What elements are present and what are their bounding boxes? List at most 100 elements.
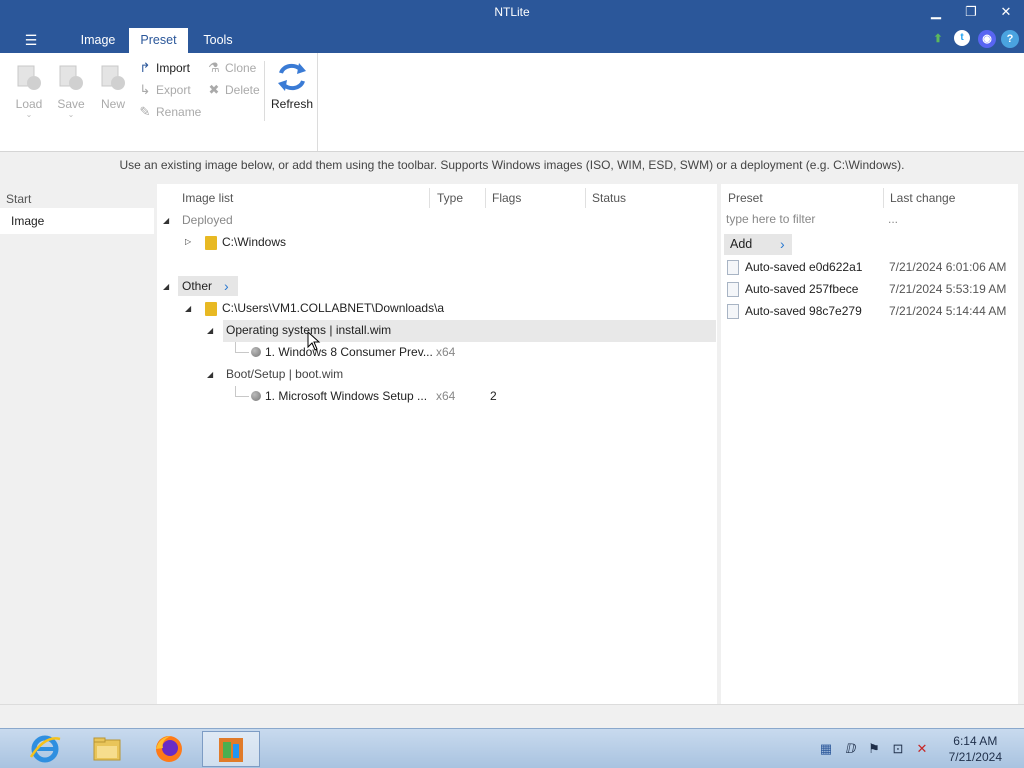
- image-item-windows8[interactable]: 1. Windows 8 Consumer Prev...: [265, 341, 433, 363]
- save-label: Save: [57, 97, 85, 111]
- delete-button[interactable]: ✖ Delete: [207, 80, 260, 100]
- action-center-icon[interactable]: ▦: [818, 741, 834, 757]
- volume-muted-icon[interactable]: ✕: [914, 741, 930, 757]
- nav-header-start: Start: [6, 192, 32, 206]
- column-header-last-change[interactable]: Last change: [890, 188, 955, 208]
- image-item-type: x64: [436, 345, 456, 359]
- ntlite-icon[interactable]: [202, 731, 260, 767]
- collapse-triangle-icon[interactable]: ◢: [163, 216, 169, 225]
- save-button[interactable]: Save ⌄: [51, 61, 91, 123]
- internet-explorer-icon[interactable]: [16, 731, 74, 767]
- mouse-cursor-icon: [307, 331, 321, 351]
- tab-preset[interactable]: Preset: [129, 28, 188, 53]
- column-divider: [485, 188, 486, 208]
- preset-date: 7/21/2024 5:53:19 AM: [889, 282, 1007, 296]
- column-header-flags[interactable]: Flags: [492, 188, 521, 208]
- image-list-panel: Image list Type Flags Status ◢ Deployed …: [157, 184, 717, 704]
- close-button[interactable]: ✕: [994, 3, 1018, 21]
- document-icon: [727, 260, 739, 275]
- collapse-triangle-icon[interactable]: ◢: [163, 282, 169, 291]
- nav-item-image[interactable]: Image: [0, 208, 154, 234]
- collapse-triangle-icon[interactable]: ◢: [207, 370, 213, 379]
- ribbon: Load ⌄ Save ⌄ New ↱ Import ↳ Export ✎ Re…: [0, 53, 1024, 152]
- tab-image[interactable]: Image: [68, 28, 128, 53]
- rename-button[interactable]: ✎ Rename: [138, 102, 202, 122]
- preset-row[interactable]: Auto-saved 257fbece 7/21/2024 5:53:19 AM: [727, 278, 1017, 300]
- new-button[interactable]: New: [93, 61, 133, 123]
- info-message: Use an existing image below, or add them…: [0, 152, 1024, 178]
- save-icon: [59, 65, 83, 90]
- hamburger-icon[interactable]: ☰: [20, 30, 42, 50]
- add-preset-button[interactable]: Add ›: [724, 234, 792, 255]
- image-status-dot-icon: [251, 347, 261, 357]
- restore-button[interactable]: ❐: [959, 3, 983, 21]
- other-path[interactable]: C:\Users\VM1.COLLABNET\Downloads\a: [222, 297, 444, 319]
- collapse-triangle-icon[interactable]: ◢: [185, 304, 191, 313]
- preset-filter-input[interactable]: type here to filter: [726, 212, 815, 226]
- load-icon: [17, 65, 41, 90]
- image-item-type: x64: [436, 389, 456, 403]
- preset-row[interactable]: Auto-saved e0d622a1 7/21/2024 6:01:06 AM: [727, 256, 1017, 278]
- export-button[interactable]: ↳ Export: [138, 80, 191, 100]
- delete-icon: ✖: [208, 82, 220, 97]
- preset-name: Auto-saved e0d622a1: [745, 260, 863, 274]
- help-icon[interactable]: ?: [1001, 30, 1019, 48]
- group-deployed[interactable]: Deployed: [182, 209, 233, 231]
- chevron-down-icon: ⌄: [25, 110, 33, 119]
- ribbon-separator: [264, 61, 265, 121]
- filter-more-button[interactable]: ...: [888, 212, 898, 226]
- system-clock[interactable]: 6:14 AM 7/21/2024: [949, 733, 1002, 765]
- file-explorer-icon[interactable]: [78, 731, 136, 767]
- minimize-button[interactable]: ▁: [924, 3, 948, 21]
- input-method-icon[interactable]: ⅅ: [843, 741, 859, 757]
- update-arrow-icon[interactable]: ⬆: [929, 30, 947, 48]
- discord-icon[interactable]: ◉: [978, 30, 996, 48]
- rename-label: Rename: [156, 105, 202, 119]
- group-other[interactable]: Other ›: [178, 276, 238, 296]
- column-header-type[interactable]: Type: [437, 188, 463, 208]
- column-header-status[interactable]: Status: [592, 188, 626, 208]
- deployed-path[interactable]: C:\Windows: [222, 231, 286, 253]
- column-divider: [429, 188, 430, 208]
- tree-line: [235, 396, 249, 397]
- folder-logo: [93, 737, 121, 761]
- document-icon: [727, 304, 739, 319]
- folder-icon: [205, 236, 217, 250]
- group-boot-setup[interactable]: Boot/Setup | boot.wim: [226, 363, 343, 385]
- preset-row[interactable]: Auto-saved 98c7e279 7/21/2024 5:14:44 AM: [727, 300, 1017, 322]
- chevron-right-icon: ›: [224, 278, 229, 294]
- flag-icon[interactable]: ⚑: [866, 741, 882, 757]
- import-icon: ↱: [139, 60, 151, 75]
- expand-triangle-icon[interactable]: ▷: [185, 237, 191, 246]
- load-button[interactable]: Load ⌄: [9, 61, 49, 123]
- document-icon: [727, 282, 739, 297]
- clone-button[interactable]: ⚗ Clone: [207, 58, 256, 78]
- preset-name: Auto-saved 98c7e279: [745, 304, 862, 318]
- tree-line: [235, 352, 249, 353]
- column-header-image-list[interactable]: Image list: [182, 188, 233, 208]
- taskbar: ▦ ⅅ ⚑ ⊡ ✕ 6:14 AM 7/21/2024: [0, 728, 1024, 768]
- ie-logo: [29, 735, 61, 763]
- chevron-right-icon: ›: [780, 236, 785, 252]
- collapse-triangle-icon[interactable]: ◢: [207, 326, 213, 335]
- preset-date: 7/21/2024 5:14:44 AM: [889, 304, 1007, 318]
- image-item-windows-setup[interactable]: 1. Microsoft Windows Setup ...: [265, 385, 427, 407]
- clock-time: 6:14 AM: [953, 734, 998, 748]
- network-icon[interactable]: ⊡: [890, 741, 906, 757]
- export-label: Export: [156, 83, 191, 97]
- new-icon: [101, 65, 125, 90]
- group-other-label: Other: [182, 279, 213, 293]
- status-bar: [0, 704, 1024, 728]
- column-header-preset[interactable]: Preset: [728, 188, 763, 208]
- firefox-icon[interactable]: [140, 731, 198, 767]
- refresh-button[interactable]: Refresh: [270, 61, 314, 123]
- refresh-icon: [278, 63, 306, 91]
- add-label: Add: [730, 237, 753, 251]
- rename-icon: ✎: [139, 104, 151, 119]
- image-status-dot-icon: [251, 391, 261, 401]
- new-label: New: [100, 97, 125, 111]
- firefox-logo: [156, 736, 182, 762]
- twitter-icon[interactable]: t: [954, 30, 970, 46]
- import-button[interactable]: ↱ Import: [138, 58, 190, 78]
- tab-tools[interactable]: Tools: [190, 28, 246, 53]
